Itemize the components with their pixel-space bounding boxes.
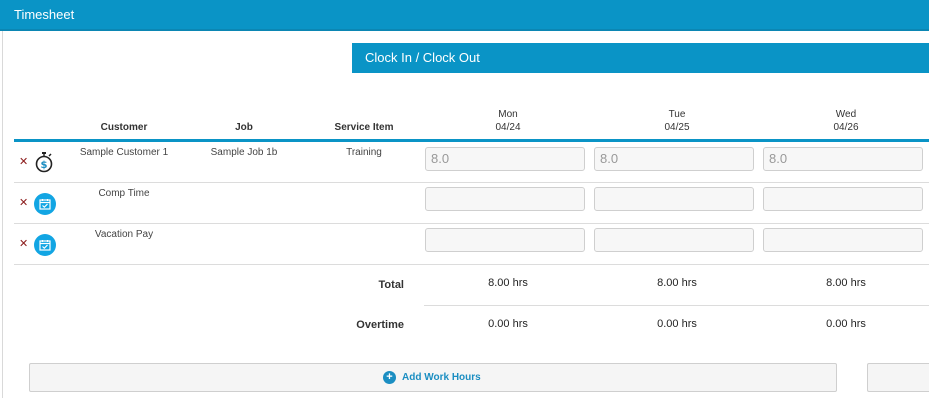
header-divider [14,139,929,142]
svg-text:$: $ [41,160,48,171]
add-work-hours-label: Add Work Hours [402,372,481,383]
day-header-mon: Mon 04/24 [424,108,592,134]
day-date: 04/24 [495,122,521,133]
calendar-icon [34,234,56,256]
page-title: Timesheet [14,7,75,22]
secondary-action-button[interactable] [867,363,929,392]
col-header-service-item: Service Item [334,122,394,133]
summary-divider [424,305,929,306]
overtime-tue: 0.00 hrs [657,318,697,330]
hours-input-wed[interactable] [763,187,923,211]
row-job: Sample Job 1b [210,147,278,158]
day-name: Mon [498,109,518,120]
row-service-item: Training [346,147,382,158]
overtime-label: Overtime [356,319,404,331]
row-divider [14,223,929,224]
total-wed: 8.00 hrs [826,277,866,289]
delete-row-icon[interactable]: ✕ [19,157,28,168]
hours-input-mon[interactable] [425,228,585,252]
overtime-mon: 0.00 hrs [488,318,528,330]
hours-input-tue[interactable] [594,228,754,252]
day-name: Tue [668,109,686,120]
hours-input-tue[interactable]: 8.0 [594,147,754,171]
timesheet-header: Timesheet [0,0,929,31]
day-date: 04/25 [664,122,690,133]
day-date: 04/26 [833,122,859,133]
day-header-tue: Tue 04/25 [593,108,761,134]
stopwatch-dollar-icon: $ [33,151,55,173]
hours-input-mon[interactable] [425,187,585,211]
col-header-customer: Customer [100,122,148,133]
row-divider [14,264,929,265]
row-customer: Sample Customer 1 [79,147,169,158]
timesheet-panel [2,31,929,398]
delete-row-icon[interactable]: ✕ [19,198,28,209]
overtime-wed: 0.00 hrs [826,318,866,330]
calendar-icon [34,193,56,215]
hours-input-wed[interactable] [763,228,923,252]
row-customer: Comp Time [98,188,150,199]
add-work-hours-button[interactable]: + Add Work Hours [29,363,837,392]
day-name: Wed [835,109,857,120]
hours-input-wed[interactable]: 8.0 [763,147,923,171]
plus-circle-icon: + [383,371,396,384]
total-tue: 8.00 hrs [657,277,697,289]
hours-input-mon[interactable]: 8.0 [425,147,585,171]
day-header-wed: Wed 04/26 [762,108,929,134]
hours-input-tue[interactable] [594,187,754,211]
col-header-job: Job [235,122,253,133]
delete-row-icon[interactable]: ✕ [19,239,28,250]
row-customer: Vacation Pay [94,229,154,240]
clock-in-out-bar[interactable]: Clock In / Clock Out [352,43,929,73]
row-divider [14,182,929,183]
clock-in-out-label: Clock In / Clock Out [365,50,480,65]
total-mon: 8.00 hrs [488,277,528,289]
total-label: Total [378,279,404,291]
